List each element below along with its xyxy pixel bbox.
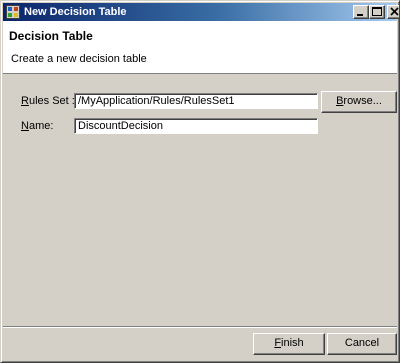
name-label-mnemonic: N bbox=[21, 120, 29, 132]
name-label: Name: bbox=[21, 120, 53, 133]
rules-set-label-text: ules Set : bbox=[28, 95, 75, 107]
maximize-button[interactable] bbox=[369, 5, 385, 19]
cancel-button[interactable]: Cancel bbox=[327, 333, 397, 355]
finish-button-label: inish bbox=[281, 337, 304, 349]
footer-separator bbox=[3, 326, 397, 328]
browse-button[interactable]: Browse... bbox=[321, 91, 397, 113]
name-field[interactable] bbox=[74, 118, 318, 134]
window-title: New Decision Table bbox=[24, 6, 127, 18]
name-label-text: ame: bbox=[28, 120, 54, 132]
header-description: Create a new decision table bbox=[11, 53, 147, 65]
rules-set-label-mnemonic: R bbox=[21, 95, 29, 107]
header-title: Decision Table bbox=[9, 29, 93, 43]
close-icon bbox=[390, 7, 399, 16]
minimize-button[interactable] bbox=[353, 5, 369, 19]
wizard-header: Decision Table Create a new decision tab… bbox=[3, 21, 397, 74]
browse-button-label: rowse... bbox=[343, 95, 382, 107]
rules-set-field[interactable] bbox=[74, 93, 318, 109]
wizard-app-icon bbox=[6, 5, 20, 19]
rules-set-label: Rules Set : bbox=[21, 95, 75, 108]
close-button[interactable] bbox=[387, 5, 399, 19]
minimize-icon bbox=[357, 14, 363, 16]
new-decision-table-dialog: New Decision Table Decision Table Create… bbox=[0, 0, 400, 363]
title-bar[interactable]: New Decision Table bbox=[3, 3, 399, 21]
cancel-button-label: Cancel bbox=[344, 337, 380, 349]
finish-button[interactable]: Finish bbox=[253, 333, 325, 355]
maximize-icon bbox=[372, 7, 382, 16]
